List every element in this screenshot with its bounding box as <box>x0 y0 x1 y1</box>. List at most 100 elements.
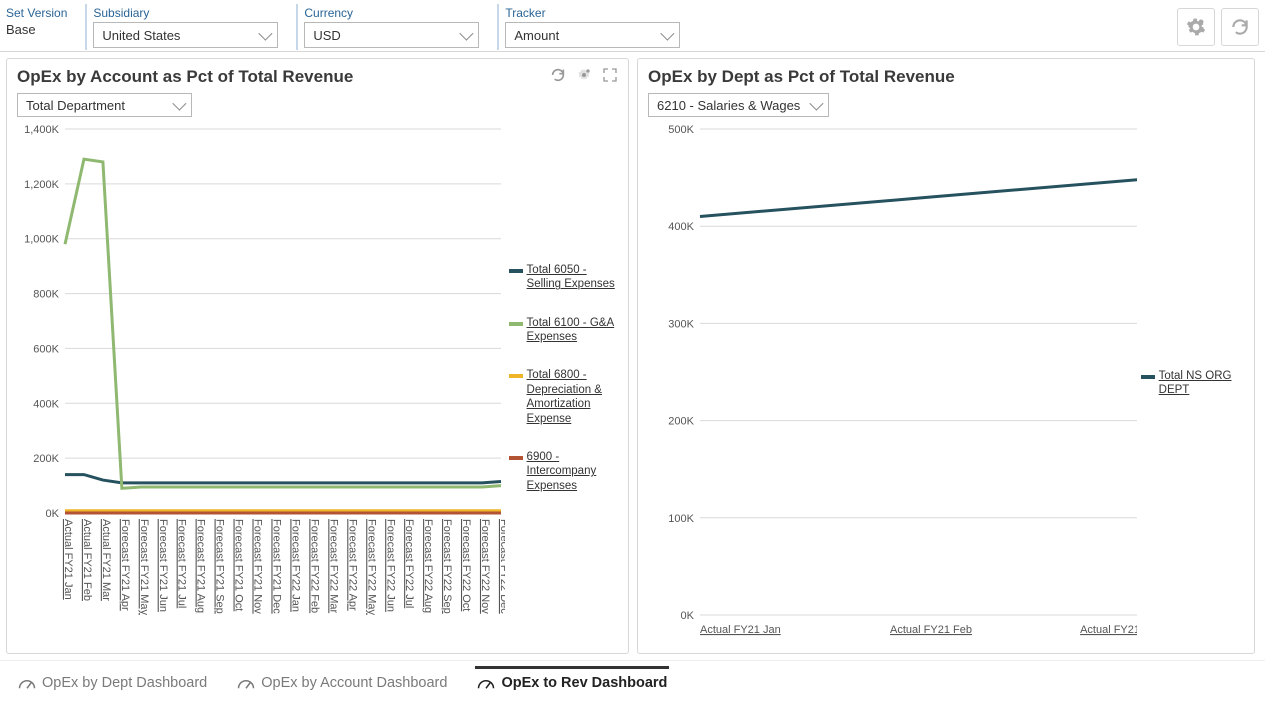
svg-text:1,200K: 1,200K <box>24 179 60 191</box>
opex-by-dept-card: OpEx by Dept as Pct of Total Revenue 621… <box>637 58 1255 654</box>
card-title: OpEx by Dept as Pct of Total Revenue <box>648 67 1244 87</box>
legend-label: Total 6100 - G&A Expenses <box>527 316 618 345</box>
gear-icon <box>576 67 592 83</box>
svg-text:Forecast FY21 Nov: Forecast FY21 Nov <box>252 519 264 614</box>
tab-opex-by-dept[interactable]: OpEx by Dept Dashboard <box>16 669 209 697</box>
legend-swatch <box>509 322 523 326</box>
svg-text:Forecast FY22 Jun: Forecast FY22 Jun <box>384 519 396 612</box>
account-select-value: 6210 - Salaries & Wages <box>657 98 800 113</box>
currency-value: USD <box>313 28 340 43</box>
settings-button[interactable] <box>1177 8 1215 46</box>
svg-text:600K: 600K <box>33 343 59 355</box>
tab-opex-to-rev[interactable]: OpEx to Rev Dashboard <box>475 666 669 697</box>
refresh-icon <box>1230 17 1250 37</box>
legend-item[interactable]: Total 6100 - G&A Expenses <box>509 316 618 345</box>
svg-text:400K: 400K <box>33 398 59 410</box>
svg-text:Forecast FY21 Oct: Forecast FY21 Oct <box>233 519 245 611</box>
currency-label: Currency <box>304 6 479 20</box>
card-refresh-button[interactable] <box>548 65 568 88</box>
legend-swatch <box>509 456 523 460</box>
tracker-label: Tracker <box>505 6 680 20</box>
chart-legend: Total 6050 - Selling Expenses Total 6100 … <box>505 123 618 633</box>
gauge-icon <box>18 676 36 690</box>
dashboard-tabs: OpEx by Dept Dashboard OpEx by Account D… <box>0 660 1265 707</box>
legend-item[interactable]: Total NS ORG DEPT <box>1141 369 1244 398</box>
department-select[interactable]: Total Department <box>17 93 192 117</box>
svg-text:300K: 300K <box>668 318 694 330</box>
svg-text:Forecast FY22 May: Forecast FY22 May <box>365 519 377 615</box>
chevron-down-icon <box>810 97 824 111</box>
svg-text:Forecast FY22 Aug: Forecast FY22 Aug <box>422 519 434 613</box>
set-version-filter: Set Version Base <box>6 4 67 39</box>
legend-item[interactable]: Total 6050 - Selling Expenses <box>509 263 618 292</box>
tracker-filter: Tracker Amount <box>497 4 680 50</box>
svg-text:Actual FY21 Mar: Actual FY21 Mar <box>100 519 112 601</box>
card-title: OpEx by Account as Pct of Total Revenue <box>17 67 618 87</box>
charts-row: OpEx by Account as Pct of Total Revenue … <box>0 52 1265 660</box>
set-version-value[interactable]: Base <box>6 22 67 37</box>
svg-text:Actual FY21 Feb: Actual FY21 Feb <box>81 519 93 601</box>
svg-text:Forecast FY22 Oct: Forecast FY22 Oct <box>460 519 472 611</box>
refresh-button[interactable] <box>1221 8 1259 46</box>
department-select-value: Total Department <box>26 98 125 113</box>
svg-text:Actual FY21 Feb: Actual FY21 Feb <box>890 624 972 636</box>
card-expand-button[interactable] <box>600 65 620 88</box>
currency-filter: Currency USD <box>296 4 479 50</box>
tab-label: OpEx by Account Dashboard <box>261 675 447 691</box>
card-toolbar <box>548 65 620 88</box>
legend-swatch <box>509 269 523 273</box>
svg-text:100K: 100K <box>668 513 694 525</box>
subsidiary-label: Subsidiary <box>93 6 278 20</box>
legend-item[interactable]: Total 6800 - Depreciation & Amortization… <box>509 368 618 426</box>
svg-text:200K: 200K <box>33 453 59 465</box>
svg-text:Forecast FY21 Sep: Forecast FY21 Sep <box>214 519 226 614</box>
svg-text:Forecast FY21 Dec: Forecast FY21 Dec <box>271 519 283 614</box>
subsidiary-select[interactable]: United States <box>93 22 278 48</box>
svg-text:Forecast FY22 Feb: Forecast FY22 Feb <box>308 519 320 613</box>
svg-text:0K: 0K <box>46 508 60 520</box>
svg-text:Forecast FY22 Mar: Forecast FY22 Mar <box>327 519 339 613</box>
svg-text:Forecast FY21 Aug: Forecast FY21 Aug <box>195 519 207 613</box>
chevron-down-icon <box>460 27 474 41</box>
filter-bar: Set Version Base Subsidiary United State… <box>0 0 1265 52</box>
legend-swatch <box>1141 375 1155 379</box>
expand-icon <box>602 67 618 83</box>
card-settings-button[interactable] <box>574 65 594 88</box>
gauge-icon <box>477 676 495 690</box>
chart-legend: Total NS ORG DEPT <box>1137 123 1244 643</box>
gauge-icon <box>237 676 255 690</box>
opex-by-account-card: OpEx by Account as Pct of Total Revenue … <box>6 58 629 654</box>
tracker-value: Amount <box>514 28 559 43</box>
svg-text:Forecast FY22 Nov: Forecast FY22 Nov <box>479 519 491 614</box>
tab-label: OpEx to Rev Dashboard <box>501 675 667 691</box>
chevron-down-icon <box>661 27 675 41</box>
tab-opex-by-account[interactable]: OpEx by Account Dashboard <box>235 669 449 697</box>
opex-by-dept-chart: 0K100K200K300K400K500KActual FY21 JanAct… <box>648 123 1137 643</box>
svg-text:Actual FY21 Jan: Actual FY21 Jan <box>62 519 74 600</box>
svg-text:Forecast FY21 May: Forecast FY21 May <box>138 519 150 615</box>
account-select[interactable]: 6210 - Salaries & Wages <box>648 93 829 117</box>
tracker-select[interactable]: Amount <box>505 22 680 48</box>
gear-icon <box>1186 17 1206 37</box>
legend-swatch <box>509 374 523 378</box>
svg-text:Actual FY21 Mar: Actual FY21 Mar <box>1080 624 1137 636</box>
currency-select[interactable]: USD <box>304 22 479 48</box>
subsidiary-filter: Subsidiary United States <box>85 4 278 50</box>
svg-text:400K: 400K <box>668 221 694 233</box>
svg-text:Forecast FY22 Jul: Forecast FY22 Jul <box>403 519 415 608</box>
legend-item[interactable]: 6900 - Intercompany Expenses <box>509 450 618 493</box>
svg-text:1,000K: 1,000K <box>24 234 60 246</box>
tab-label: OpEx by Dept Dashboard <box>42 675 207 691</box>
svg-text:Forecast FY22 Jan: Forecast FY22 Jan <box>289 519 301 612</box>
legend-label: Total NS ORG DEPT <box>1159 369 1244 398</box>
opex-by-account-chart: 0K 200K 400K 600K 800K 1,000K 1,200K 1,400K Actu… <box>17 123 505 633</box>
legend-label: Total 6050 - Selling Expenses <box>527 263 618 292</box>
svg-text:200K: 200K <box>668 416 694 428</box>
svg-text:1,400K: 1,400K <box>24 124 60 136</box>
set-version-label: Set Version <box>6 6 67 20</box>
legend-label: Total 6800 - Depreciation & Amortization… <box>527 368 618 426</box>
legend-label: 6900 - Intercompany Expenses <box>527 450 618 493</box>
svg-text:Forecast FY21 Jul: Forecast FY21 Jul <box>176 519 188 608</box>
svg-text:800K: 800K <box>33 289 59 301</box>
svg-text:Forecast FY22 Sep: Forecast FY22 Sep <box>441 519 453 614</box>
